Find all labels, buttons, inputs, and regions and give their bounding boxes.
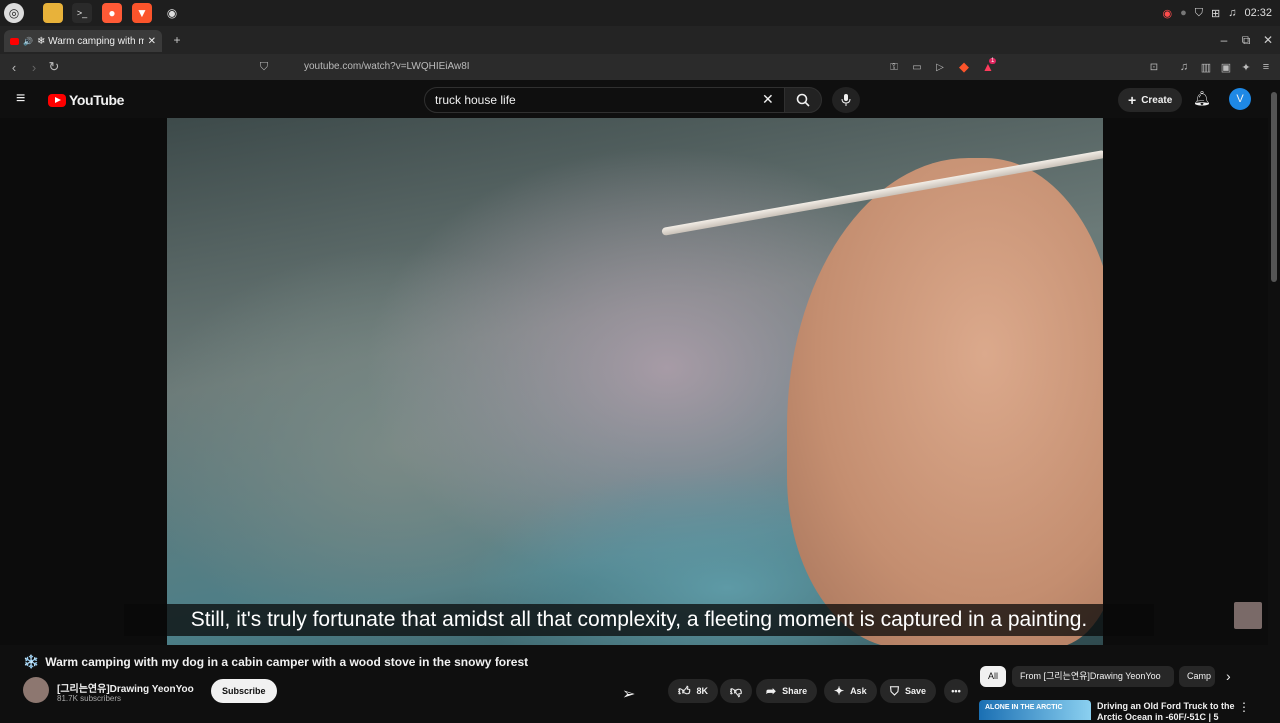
thumbs-down-icon: 👎︎ bbox=[729, 683, 743, 698]
share-button[interactable]: ➦ Share bbox=[756, 679, 818, 703]
create-button[interactable]: + Create bbox=[1118, 88, 1183, 112]
ask-button[interactable]: ✦ Ask bbox=[824, 679, 877, 703]
speaker-icon[interactable]: 🔊 bbox=[23, 37, 33, 46]
shield-icon[interactable]: ⛉ bbox=[1195, 7, 1203, 20]
youtube-logo[interactable]: YouTube bbox=[48, 92, 124, 108]
video-player[interactable] bbox=[167, 118, 1103, 645]
subscribe-button[interactable]: Subscribe bbox=[211, 679, 277, 703]
play-icon[interactable]: ▷ bbox=[930, 57, 950, 77]
new-tab-button[interactable]: + bbox=[167, 26, 187, 54]
search-icon bbox=[796, 93, 810, 107]
forward-icon[interactable]: › bbox=[24, 57, 44, 77]
system-tray: ◉ ● ⛉ ⊞ ♫ 02:32 bbox=[1162, 0, 1272, 26]
like-button[interactable]: 👍︎ 8K bbox=[668, 679, 718, 703]
share-icon: ➦ bbox=[766, 684, 777, 698]
cast-icon[interactable]: ▭ bbox=[907, 57, 927, 77]
logo-text: YouTube bbox=[69, 92, 125, 108]
hamburger-icon[interactable]: ≡ bbox=[16, 90, 25, 108]
minimize-icon[interactable]: – bbox=[1214, 26, 1234, 54]
screenshot-icon[interactable]: ⊡ bbox=[1144, 57, 1164, 77]
video-title-row: ❄️ Warm camping with my dog in a cabin c… bbox=[23, 654, 528, 670]
share-label: Share bbox=[782, 686, 808, 696]
thumbs-up-icon: 👍︎ bbox=[678, 683, 691, 698]
os-taskbar: ◎ >_ ● ▼ ◉ ◉ ● ⛉ ⊞ ♫ 02:32 bbox=[0, 0, 1280, 26]
page-scrollbar[interactable] bbox=[1271, 92, 1277, 282]
channel-name[interactable]: [그리는연유]Drawing YeonYoo bbox=[57, 680, 194, 695]
menu-icon[interactable]: ≡ bbox=[1256, 57, 1276, 77]
chevron-right-icon[interactable]: › bbox=[1226, 668, 1231, 684]
back-icon[interactable]: ‹ bbox=[4, 57, 24, 77]
mouse-cursor-icon: ➢ bbox=[622, 686, 636, 703]
save-button[interactable]: ⛉ Save bbox=[880, 679, 937, 703]
wallet-icon[interactable]: ▣ bbox=[1216, 57, 1236, 77]
media-icon[interactable]: ♫ bbox=[1174, 57, 1194, 77]
reload-icon[interactable]: ↻ bbox=[44, 57, 64, 77]
bookmark-icon[interactable]: ⛉ bbox=[254, 57, 274, 77]
key-icon[interactable]: ⚿ bbox=[884, 57, 904, 77]
extensions-icon[interactable]: ✦ bbox=[1236, 57, 1256, 77]
youtube-header: ≡ YouTube truck house life ✕ + Create 🔔︎… bbox=[0, 80, 1280, 118]
dot-icon: ● bbox=[1180, 7, 1187, 19]
voice-search-button[interactable] bbox=[832, 87, 860, 113]
painting-hand bbox=[787, 158, 1103, 645]
video-title: Warm camping with my dog in a cabin camp… bbox=[45, 655, 529, 669]
search-button[interactable] bbox=[784, 87, 822, 113]
account-avatar[interactable]: V bbox=[1229, 88, 1251, 110]
create-label: Create bbox=[1141, 94, 1173, 106]
dislike-button[interactable]: 👎︎ bbox=[720, 679, 752, 703]
tab-close-icon[interactable]: ✕ bbox=[148, 36, 156, 47]
more-icon: ••• bbox=[951, 686, 961, 696]
player-margin-left bbox=[0, 118, 167, 645]
chip-from-channel[interactable]: From [그리는연유]Drawing YeonYoo bbox=[1012, 666, 1174, 687]
recommended-thumbnail[interactable]: ALONE IN THE ARCTIC bbox=[979, 700, 1091, 720]
network-icon[interactable]: ⊞ bbox=[1211, 7, 1220, 20]
clock[interactable]: 02:32 bbox=[1244, 7, 1272, 19]
browser-icon[interactable]: ◉ bbox=[162, 3, 182, 23]
address-bar: ‹ › ↻ ⛉ youtube.com/watch?v=LWQHIEiAw8I … bbox=[0, 54, 1280, 80]
like-count: 8K bbox=[696, 686, 709, 696]
youtube-play-icon bbox=[48, 93, 66, 107]
mic-icon bbox=[841, 94, 851, 106]
more-actions-button[interactable]: ••• bbox=[944, 679, 968, 703]
bell-icon[interactable]: 🔔︎ bbox=[1193, 90, 1211, 107]
chip-camp[interactable]: Camp bbox=[1179, 666, 1215, 687]
mint-menu-icon[interactable]: ◎ bbox=[4, 3, 24, 23]
subscriber-count: 81.7K subscribers bbox=[57, 694, 122, 703]
snowflake-icon: ❄️ bbox=[23, 654, 40, 669]
search-input[interactable]: truck house life bbox=[424, 87, 788, 113]
clear-search-icon[interactable]: ✕ bbox=[762, 91, 774, 108]
video-subtitle: Still, it's truly fortunate that amidst … bbox=[124, 604, 1154, 636]
terminal-icon[interactable]: >_ bbox=[72, 3, 92, 23]
tab-title: ❄ Warm camping with my bbox=[36, 35, 144, 47]
youtube-favicon-icon bbox=[10, 37, 19, 45]
bookmark-add-icon: ⛉ bbox=[890, 683, 900, 698]
brave-icon[interactable]: ▼ bbox=[132, 3, 152, 23]
browser-tab[interactable]: 🔊 ❄ Warm camping with my ✕ bbox=[4, 30, 162, 52]
music-icon[interactable]: ♫ bbox=[1228, 7, 1236, 19]
ask-label: Ask bbox=[850, 686, 867, 696]
app-icon[interactable]: ● bbox=[102, 3, 122, 23]
chip-all[interactable]: All bbox=[980, 666, 1007, 687]
player-margin-right bbox=[1103, 118, 1268, 645]
close-window-icon[interactable]: ✕ bbox=[1258, 26, 1278, 54]
sparkle-icon: ✦ bbox=[834, 684, 845, 698]
record-icon[interactable]: ◉ bbox=[1162, 7, 1172, 20]
save-label: Save bbox=[905, 686, 927, 696]
brave-shield-icon[interactable]: ◆ bbox=[954, 57, 974, 77]
folder-icon[interactable] bbox=[43, 3, 63, 23]
channel-watermark[interactable] bbox=[1234, 602, 1262, 629]
maximize-icon[interactable]: ⧉ bbox=[1236, 26, 1256, 54]
sidebar-icon[interactable]: ▥ bbox=[1196, 57, 1216, 77]
channel-avatar[interactable] bbox=[23, 677, 49, 703]
recommended-more-icon[interactable]: ⋮ bbox=[1238, 700, 1250, 714]
tab-bar: 🔊 ❄ Warm camping with my ✕ + – ⧉ ✕ bbox=[0, 26, 1280, 54]
plus-icon: + bbox=[1128, 92, 1137, 108]
